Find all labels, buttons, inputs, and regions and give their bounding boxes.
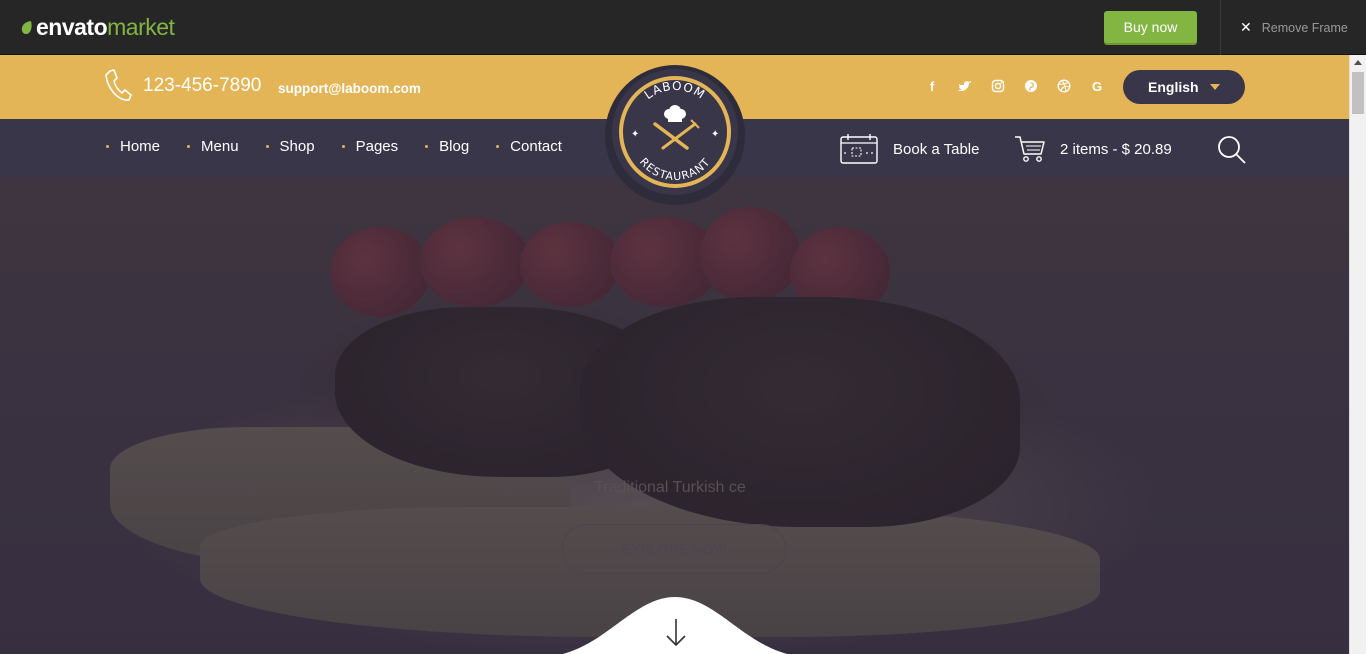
hero-section: Traditional Turkish ce EXPLORE NOW: [0, 177, 1349, 654]
bullet: [265, 145, 269, 148]
twitter-icon[interactable]: [957, 79, 973, 95]
nav-label: Menu: [201, 138, 239, 155]
laboom-logo[interactable]: LABOOM RESTAURANT ✦ ✦: [605, 60, 745, 208]
calendar-icon: [840, 134, 878, 164]
star-icon: ✦: [631, 129, 639, 140]
nav-label: Shop: [279, 138, 315, 155]
nav-item-contact[interactable]: Contact: [496, 138, 562, 155]
bullet: [341, 145, 345, 148]
divider: [1220, 0, 1221, 55]
envato-market-logo[interactable]: envato market: [20, 14, 175, 41]
cart-icon: [1015, 136, 1045, 162]
remove-frame-label: Remove Frame: [1261, 20, 1348, 35]
search-icon[interactable]: [1216, 134, 1246, 164]
bullet: [106, 145, 109, 148]
star-icon: ✦: [711, 129, 719, 140]
close-icon: ✕: [1240, 19, 1252, 35]
nav-item-shop[interactable]: Shop: [265, 138, 315, 155]
phone-number: 123-456-7890: [143, 75, 262, 96]
scroll-up-arrow-icon[interactable]: [1354, 60, 1362, 65]
hero-overlay: [0, 177, 1349, 654]
nav-label: Pages: [355, 138, 399, 155]
book-table-label: Book a Table: [893, 140, 980, 158]
envato-brand: envato: [36, 14, 108, 40]
page-scrollbar[interactable]: [1349, 55, 1366, 654]
support-email-link[interactable]: support@laboom.com: [278, 81, 421, 96]
instagram-icon[interactable]: [990, 79, 1006, 95]
nav-item-menu[interactable]: Menu: [187, 138, 239, 155]
arrow-down-icon[interactable]: [664, 617, 688, 649]
scroll-thumb[interactable]: [1352, 72, 1364, 114]
nav-label: Home: [120, 138, 161, 155]
market-brand: market: [107, 14, 175, 40]
language-label: English: [1148, 79, 1199, 95]
nav-item-blog[interactable]: Blog: [425, 138, 469, 155]
envato-frame-bar: envato market Buy now ✕ Remove Frame: [0, 0, 1366, 55]
explore-now-button[interactable]: EXPLORE NOW: [562, 524, 786, 574]
google-icon[interactable]: G: [1089, 79, 1105, 95]
language-selector[interactable]: English: [1123, 70, 1245, 104]
nav-item-home[interactable]: Home: [106, 138, 160, 155]
phone-contact[interactable]: 123-456-7890: [104, 69, 261, 103]
bullet: [187, 145, 191, 148]
nav-label: Blog: [439, 138, 470, 155]
nav-item-pages[interactable]: Pages: [341, 138, 399, 155]
social-links: f G: [924, 79, 1105, 95]
bullet: [425, 145, 429, 148]
phone-icon: [105, 69, 132, 101]
buy-now-button[interactable]: Buy now: [1104, 11, 1197, 43]
remove-frame-link[interactable]: ✕ Remove Frame: [1240, 19, 1348, 36]
facebook-icon[interactable]: f: [924, 79, 940, 95]
main-menu: Home Menu Shop Pages Blog Contact: [106, 138, 589, 155]
dribbble-icon[interactable]: [1056, 79, 1072, 95]
site-frame: 123-456-7890 support@laboom.com f G Engl…: [0, 55, 1349, 654]
chevron-down-icon: [1210, 84, 1220, 90]
nav-label: Contact: [510, 138, 562, 155]
leaf-icon: [21, 21, 32, 35]
cart-summary[interactable]: 2 items - $ 20.89: [1014, 134, 1172, 164]
cart-label: 2 items - $ 20.89: [1060, 140, 1172, 158]
book-table-link[interactable]: Book a Table: [840, 134, 979, 164]
bullet: [496, 145, 500, 148]
pinterest-icon[interactable]: [1023, 79, 1039, 95]
hero-subtitle: Traditional Turkish ce: [594, 479, 746, 496]
